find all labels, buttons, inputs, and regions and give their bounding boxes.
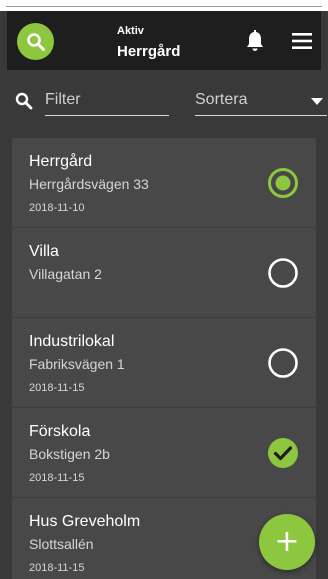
list-item[interactable]: Herrgård Herrgårdsvägen 33 2018-11-10: [12, 138, 316, 228]
search-icon: [15, 92, 33, 110]
item-date: 2018-11-15: [29, 472, 85, 484]
object-list: Herrgård Herrgårdsvägen 33 2018-11-10 Vi…: [12, 138, 316, 579]
app-bar-title-group: Aktiv Herrgård: [117, 24, 180, 62]
window-frame-top: [0, 0, 328, 11]
hamburger-menu-icon[interactable]: [292, 33, 312, 49]
search-button[interactable]: [17, 23, 54, 60]
radio-selected-icon[interactable]: [267, 167, 299, 199]
filter-input[interactable]: [45, 88, 169, 116]
check-circle-icon[interactable]: [267, 437, 299, 469]
app-bar: Aktiv Herrgård: [7, 11, 321, 70]
caret-down-icon: [311, 98, 323, 105]
add-button[interactable]: +: [259, 514, 315, 570]
sort-select-label: Sortera: [195, 91, 248, 108]
list-item[interactable]: Industrilokal Fabriksvägen 1 2018-11-15: [12, 318, 316, 408]
filter-bar: Sortera: [7, 70, 327, 130]
sort-select[interactable]: Sortera: [195, 88, 327, 116]
search-icon: [26, 32, 45, 51]
list-item[interactable]: Villa Villagatan 2: [12, 228, 316, 318]
item-date: 2018-11-15: [29, 382, 85, 394]
list-item[interactable]: Förskola Bokstigen 2b 2018-11-15: [12, 408, 316, 498]
radio-empty-icon[interactable]: [267, 347, 299, 379]
item-date: 2018-11-10: [29, 202, 85, 214]
active-label: Aktiv: [117, 25, 144, 37]
page-title: Herrgård: [117, 43, 181, 60]
bell-icon[interactable]: [245, 30, 265, 52]
radio-empty-icon[interactable]: [267, 257, 299, 289]
plus-icon: +: [274, 524, 300, 559]
